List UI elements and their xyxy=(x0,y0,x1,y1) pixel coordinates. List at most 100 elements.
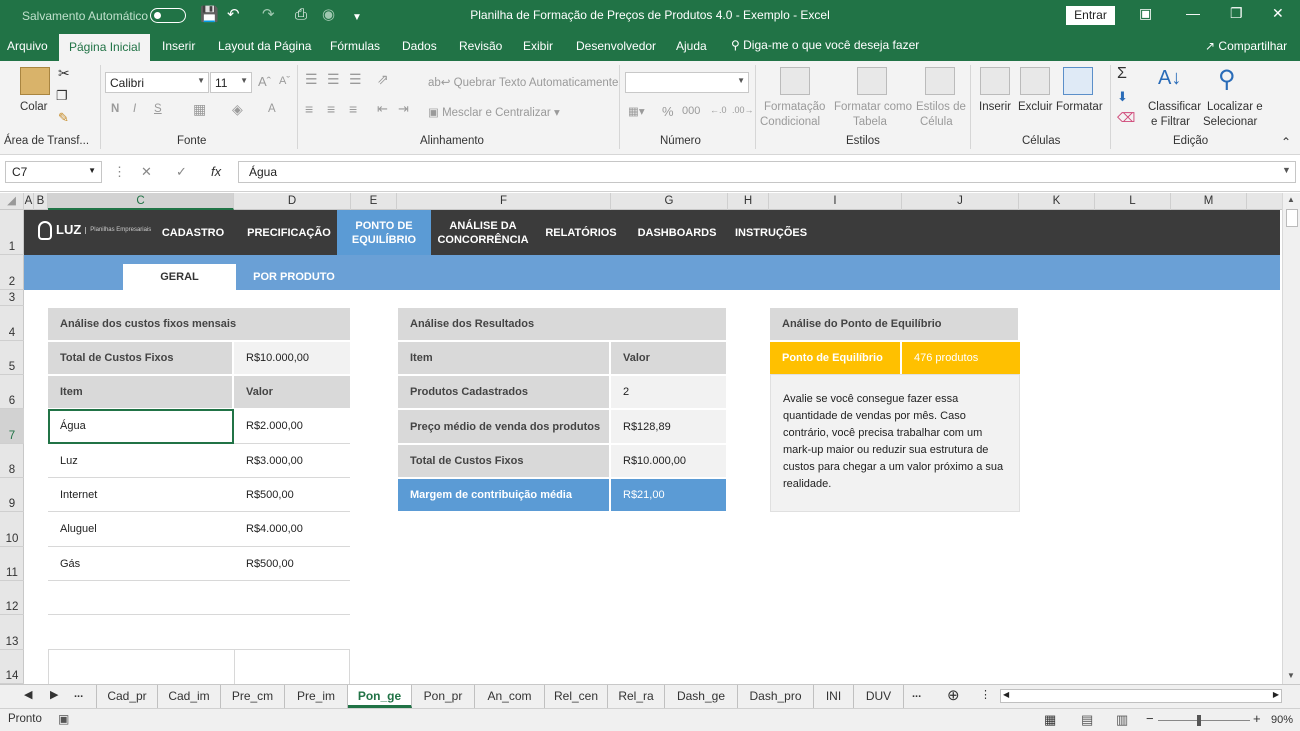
row-header[interactable]: 10 xyxy=(0,512,24,547)
nav-instrucoes[interactable]: INSTRUÇÕES xyxy=(730,210,812,255)
insert-function-icon[interactable]: fx xyxy=(211,164,221,179)
tab-layout[interactable]: Layout da Página xyxy=(218,39,311,53)
signin-button[interactable]: Entrar xyxy=(1066,6,1115,25)
breakeven-value[interactable]: 476 produtos xyxy=(902,342,1020,374)
results-value[interactable]: 2 xyxy=(611,376,726,408)
select-all-corner[interactable]: ◢ xyxy=(0,193,24,210)
row-header[interactable]: 1 xyxy=(0,210,24,255)
empty-row[interactable] xyxy=(48,581,350,615)
delete-button[interactable]: Excluir xyxy=(1018,101,1053,113)
format-button[interactable]: Formatar xyxy=(1056,101,1103,113)
copy-icon[interactable]: ❐ xyxy=(56,88,68,104)
column-header-k[interactable]: K xyxy=(1019,193,1095,210)
sheet-tab[interactable]: An_com xyxy=(475,685,545,708)
row-header[interactable]: 5 xyxy=(0,341,24,375)
name-box[interactable]: C7 ▼ xyxy=(5,161,102,183)
prev-sheet-icon[interactable]: ◀ xyxy=(24,688,32,701)
font-name-select[interactable]: Calibri ▼ xyxy=(105,72,209,93)
ribbon-display-icon[interactable]: ▣ xyxy=(1139,5,1152,22)
row-header[interactable]: 6 xyxy=(0,375,24,409)
row-header[interactable]: 9 xyxy=(0,478,24,512)
sheet-tab[interactable]: Pre_im xyxy=(285,685,348,708)
shrink-font-icon[interactable]: Aˇ xyxy=(279,75,290,87)
find-label-2[interactable]: Selecionar xyxy=(1203,116,1257,128)
number-format-select[interactable]: ▼ xyxy=(625,72,749,93)
fixed-cost-value[interactable]: R$4.000,00 xyxy=(234,512,350,547)
enter-icon[interactable]: ✓ xyxy=(176,164,187,180)
row-header[interactable]: 11 xyxy=(0,547,24,581)
decrease-indent-icon[interactable]: ⇤ xyxy=(377,101,388,117)
align-right-icon[interactable]: ≡ xyxy=(349,101,357,117)
column-header-c[interactable]: C xyxy=(48,193,234,210)
cell-styles-icon[interactable] xyxy=(925,67,955,95)
insert-cells-icon[interactable] xyxy=(980,67,1010,95)
formula-input[interactable]: Água xyxy=(238,161,1296,183)
tab-dados[interactable]: Dados xyxy=(402,39,437,53)
tab-arquivo[interactable]: Arquivo xyxy=(7,39,48,53)
empty-row[interactable] xyxy=(48,615,350,650)
sort-label-2[interactable]: e Filtrar xyxy=(1151,116,1190,128)
nav-cadastro[interactable]: CADASTRO xyxy=(160,210,226,255)
close-icon[interactable]: ✕ xyxy=(1272,5,1284,22)
find-select-icon[interactable]: ⚲ xyxy=(1218,65,1236,94)
sheet-tab[interactable]: INI xyxy=(814,685,854,708)
column-header-m[interactable]: M xyxy=(1171,193,1247,210)
nav-relatorios[interactable]: RELATÓRIOS xyxy=(541,210,621,255)
thousands-button[interactable]: 000 xyxy=(682,105,700,117)
column-header-h[interactable]: H xyxy=(728,193,769,210)
cancel-icon[interactable]: ✕ xyxy=(141,164,152,180)
sheet-tab[interactable]: Dash_ge xyxy=(665,685,738,708)
margin-value[interactable]: R$21,00 xyxy=(611,479,726,511)
increase-indent-icon[interactable]: ⇥ xyxy=(398,101,409,117)
fixed-cost-value[interactable]: R$2.000,00 xyxy=(234,409,350,444)
more-sheets-icon[interactable]: ... xyxy=(74,688,83,700)
sheet-tab[interactable]: Pre_cm xyxy=(221,685,285,708)
column-header-g[interactable]: G xyxy=(611,193,728,210)
zoom-level[interactable]: 90% xyxy=(1271,714,1293,726)
results-value[interactable]: R$128,89 xyxy=(611,410,726,443)
accounting-icon[interactable]: ▦▾ xyxy=(628,104,645,118)
minimize-icon[interactable]: — xyxy=(1186,5,1200,21)
delete-cells-icon[interactable] xyxy=(1020,67,1050,95)
wrap-text-button[interactable]: ab↩ Quebrar Texto Automaticamente xyxy=(428,75,618,89)
increase-decimal-icon[interactable]: ←.0 xyxy=(710,105,727,115)
results-value[interactable]: R$10.000,00 xyxy=(611,445,726,477)
tab-ajuda[interactable]: Ajuda xyxy=(676,39,707,53)
font-size-select[interactable]: 11 ▼ xyxy=(210,72,252,93)
row-header[interactable]: 7 xyxy=(0,409,24,444)
fixed-cost-value[interactable]: R$3.000,00 xyxy=(234,444,350,478)
zoom-in-icon[interactable]: + xyxy=(1253,711,1261,726)
grow-font-icon[interactable]: Aˆ xyxy=(258,74,271,89)
fill-color-icon[interactable]: ◈ xyxy=(232,101,243,118)
format-table-label-2[interactable]: Tabela xyxy=(853,116,887,128)
align-middle-icon[interactable]: ☰ xyxy=(327,71,340,88)
expand-formula-icon[interactable]: ▼ xyxy=(1282,165,1291,175)
fixed-cost-item[interactable]: Internet xyxy=(48,478,234,512)
sort-filter-icon[interactable]: A↓ xyxy=(1158,67,1181,90)
fill-icon[interactable]: ⬇ xyxy=(1117,89,1128,105)
tell-me-search[interactable]: ⚲ Diga-me o que você deseja fazer xyxy=(731,38,919,52)
scroll-thumb[interactable] xyxy=(1286,209,1298,227)
column-header-j[interactable]: J xyxy=(902,193,1019,210)
borders-icon[interactable]: ▦ xyxy=(193,101,206,118)
format-painter-icon[interactable]: ✎ xyxy=(58,110,69,126)
restore-icon[interactable]: ❐ xyxy=(1230,5,1243,22)
fixed-cost-item[interactable]: Luz xyxy=(48,444,234,478)
zoom-out-icon[interactable]: − xyxy=(1146,711,1154,726)
decrease-decimal-icon[interactable]: .00→ xyxy=(732,105,754,115)
share-button[interactable]: ↗ Compartilhar xyxy=(1205,39,1287,53)
cell-styles-label-2[interactable]: Célula xyxy=(920,116,953,128)
next-sheet-icon[interactable]: ▶ xyxy=(50,688,58,701)
tab-exibir[interactable]: Exibir xyxy=(523,39,553,53)
vertical-scrollbar[interactable]: ▲ ▼ xyxy=(1282,193,1300,684)
bold-button[interactable]: N xyxy=(111,103,119,115)
nav-ponto-equilibrio[interactable]: PONTO DE EQUILÍBRIO xyxy=(337,210,431,255)
scroll-down-icon[interactable]: ▼ xyxy=(1287,671,1295,680)
row-header[interactable]: 13 xyxy=(0,615,24,650)
sheet-tab[interactable]: Pon_pr xyxy=(412,685,475,708)
column-header-d[interactable]: D xyxy=(234,193,351,210)
nav-analise-concorrencia[interactable]: ANÁLISE DA CONCORRÊNCIA xyxy=(435,210,531,255)
italic-button[interactable]: I xyxy=(133,103,136,115)
tab-desenvolvedor[interactable]: Desenvolvedor xyxy=(576,39,656,53)
sheet-tab[interactable]: Dash_pro xyxy=(738,685,814,708)
